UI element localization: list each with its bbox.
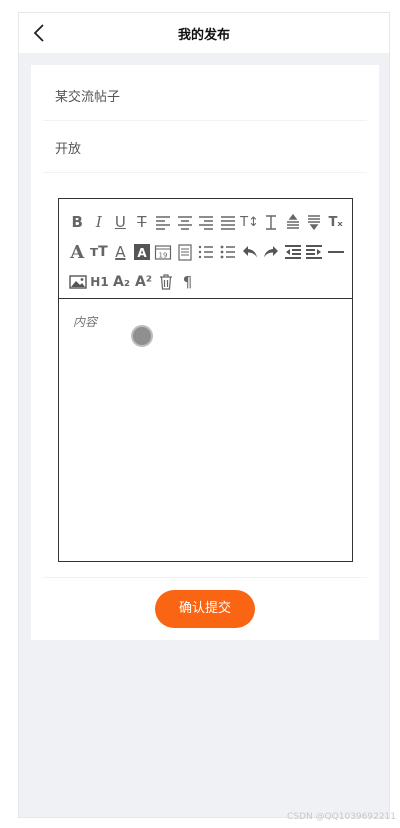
date-icon[interactable]: 19	[153, 241, 174, 263]
line-height-icon[interactable]	[261, 211, 282, 233]
redo-icon[interactable]	[261, 241, 282, 263]
font-color-icon[interactable]: A	[110, 241, 131, 263]
align-center-icon[interactable]	[175, 211, 196, 233]
indent-down-icon[interactable]	[304, 211, 325, 233]
align-right-icon[interactable]	[196, 211, 217, 233]
form-divider	[43, 577, 367, 578]
text-size-icon[interactable]: тT	[89, 241, 110, 263]
align-left-icon[interactable]	[153, 211, 174, 233]
touch-cursor-indicator	[131, 325, 153, 347]
trash-icon[interactable]	[155, 271, 176, 293]
font-family-icon[interactable]: A	[67, 241, 88, 263]
clear-format-icon[interactable]: Tₓ	[325, 211, 346, 233]
bold-icon[interactable]: B	[67, 211, 88, 233]
justify-icon[interactable]	[218, 211, 239, 233]
post-type-field[interactable]: 某交流帖子	[43, 69, 367, 121]
ordered-list-icon[interactable]	[196, 241, 217, 263]
editor-toolbar: B I U T T↕ Tₓ A тT A A 19 H1 A₂ A² ¶	[59, 199, 352, 299]
indent-icon[interactable]	[304, 241, 325, 263]
undo-icon[interactable]	[239, 241, 260, 263]
svg-text:A: A	[137, 246, 147, 260]
toolbar-row-2: A тT A A 19	[67, 237, 346, 267]
italic-icon[interactable]: I	[89, 211, 110, 233]
heading-icon[interactable]: H1	[89, 271, 110, 293]
header-bar: 我的发布	[19, 13, 389, 53]
editor-placeholder: 内容	[73, 315, 98, 329]
strikethrough-icon[interactable]: T	[132, 211, 153, 233]
editor-content-area[interactable]: 内容	[59, 299, 352, 561]
toolbar-row-3: H1 A₂ A² ¶	[67, 267, 346, 297]
watermark-text: CSDN @QQ1039692211	[287, 812, 396, 822]
horizontal-rule-icon[interactable]	[325, 241, 346, 263]
outdent-icon[interactable]	[282, 241, 303, 263]
phone-frame: 我的发布 某交流帖子 开放 B I U T T↕ Tₓ A тT A A 19 …	[18, 12, 390, 818]
checklist-icon[interactable]	[175, 241, 196, 263]
toolbar-row-1: B I U T T↕ Tₓ	[67, 207, 346, 237]
font-size-icon[interactable]: T↕	[239, 211, 260, 233]
underline-icon[interactable]: U	[110, 211, 131, 233]
post-type-value: 某交流帖子	[55, 90, 121, 105]
bullet-list-icon[interactable]	[218, 241, 239, 263]
subscript-icon[interactable]: A₂	[111, 271, 132, 293]
submit-button[interactable]: 确认提交	[155, 590, 255, 628]
visibility-field[interactable]: 开放	[43, 121, 367, 173]
svg-text:19: 19	[159, 252, 168, 260]
publish-form-card: 某交流帖子 开放 B I U T T↕ Tₓ A тT A A 19 H1 A₂…	[31, 65, 379, 640]
visibility-value: 开放	[55, 142, 82, 157]
page-title: 我的发布	[177, 28, 230, 43]
paragraph-icon[interactable]: ¶	[177, 271, 198, 293]
superscript-icon[interactable]: A²	[133, 271, 154, 293]
image-icon[interactable]	[67, 271, 88, 293]
indent-up-icon[interactable]	[282, 211, 303, 233]
background-color-icon[interactable]: A	[132, 241, 153, 263]
rich-text-editor[interactable]: B I U T T↕ Tₓ A тT A A 19 H1 A₂ A² ¶ 内容	[58, 198, 353, 562]
